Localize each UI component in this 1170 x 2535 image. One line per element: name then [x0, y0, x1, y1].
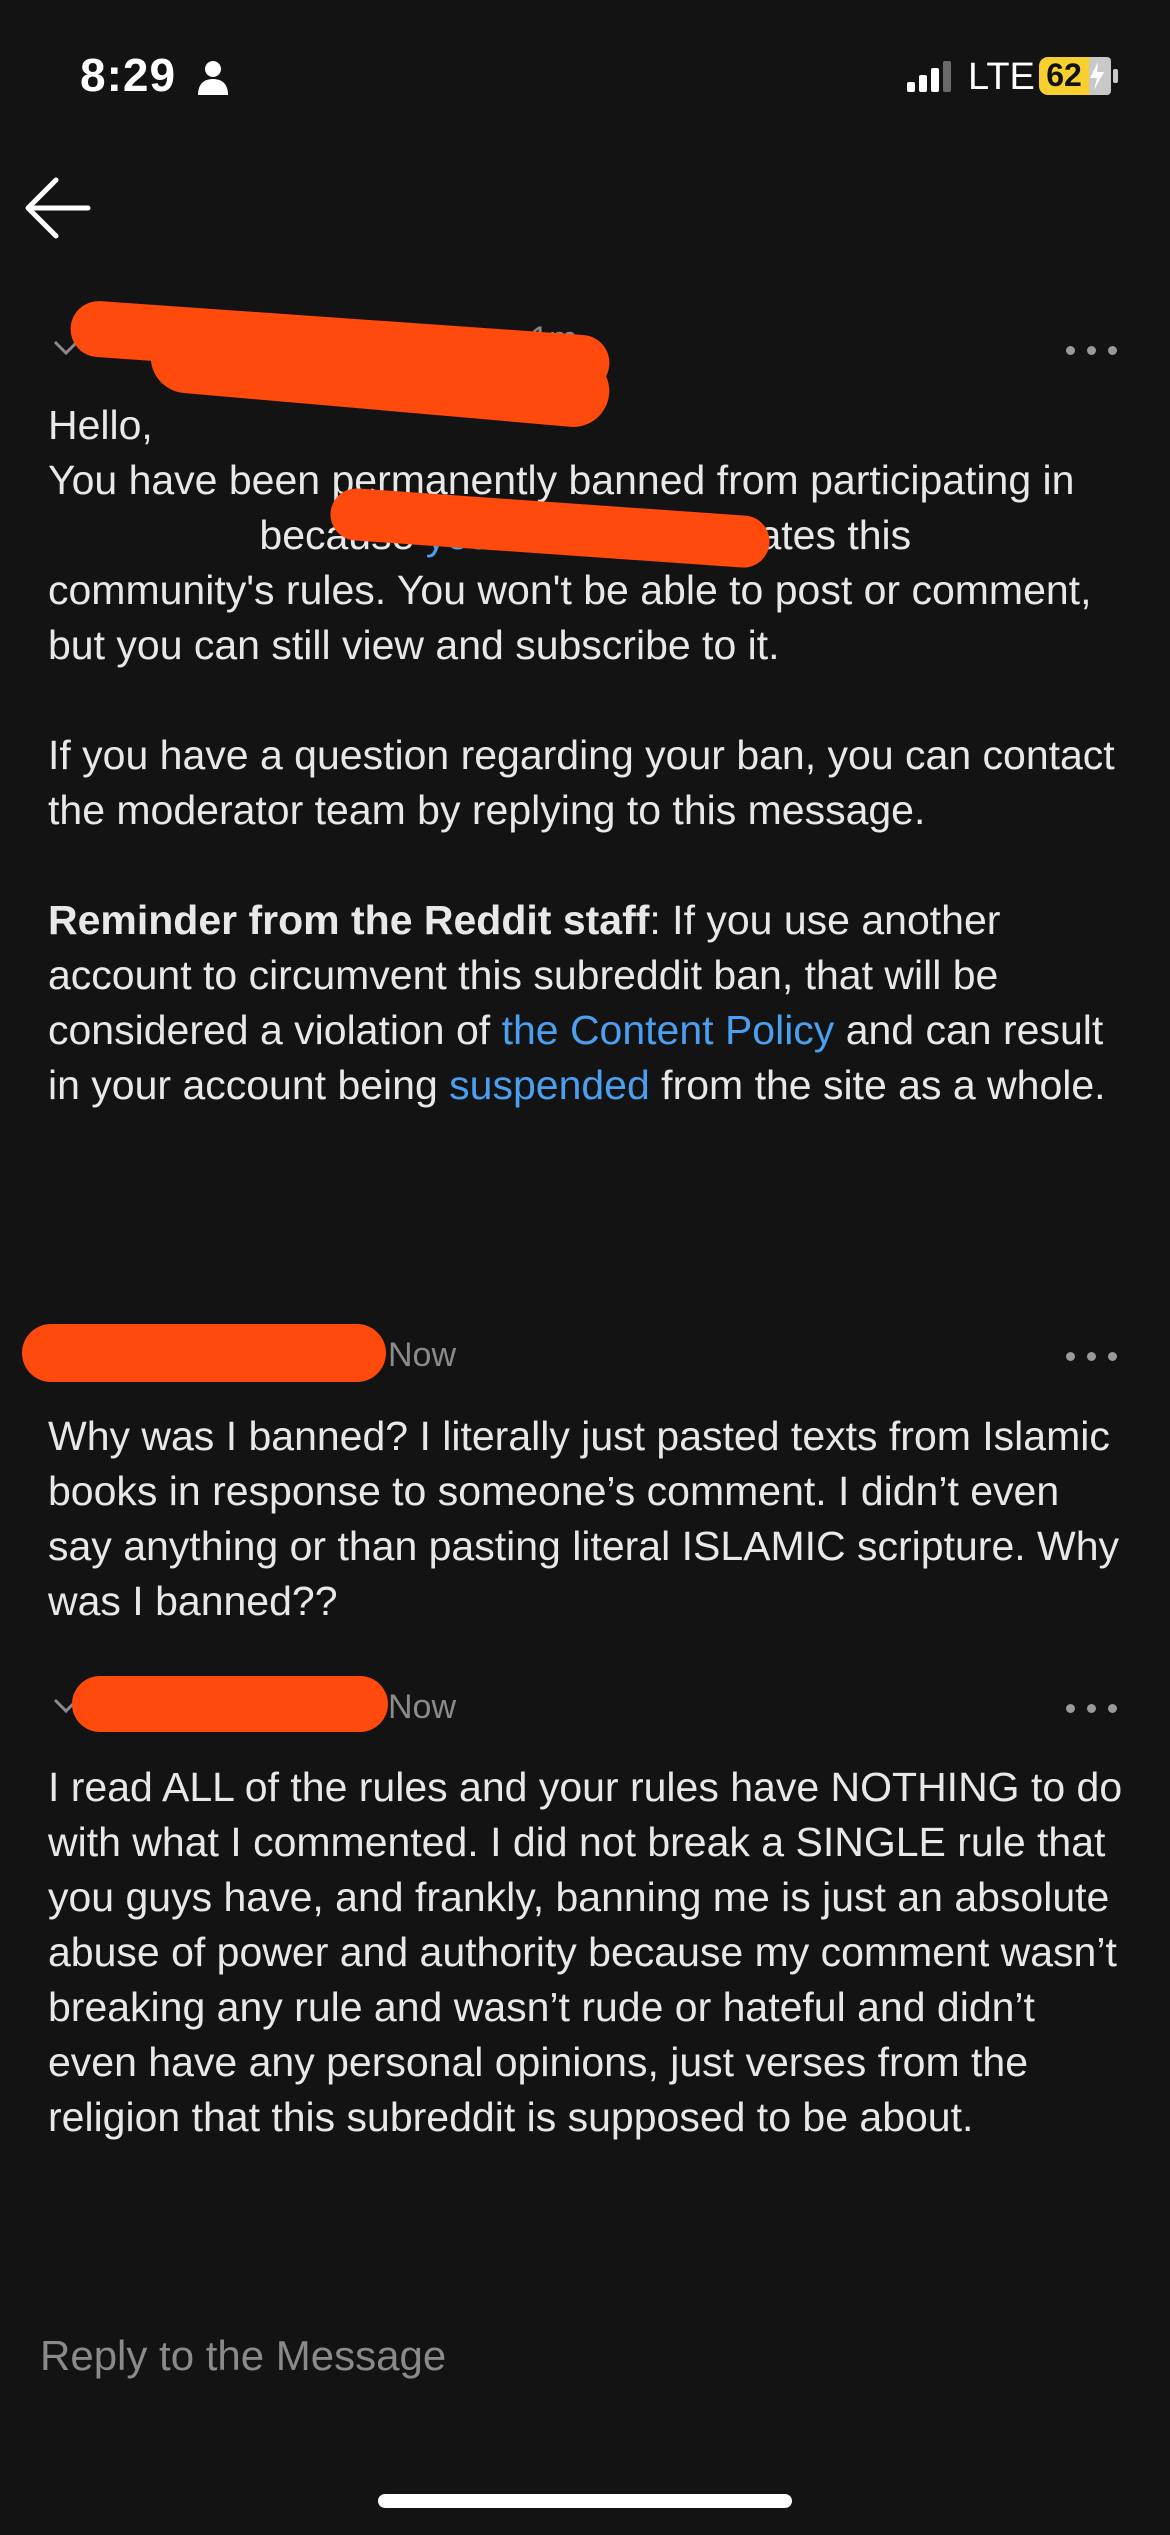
- suspended-link[interactable]: suspended: [449, 1062, 650, 1108]
- message-body: I read ALL of the rules and your rules h…: [48, 1764, 1123, 2140]
- person-icon: [198, 61, 228, 95]
- content-policy-link[interactable]: the Content Policy: [502, 1007, 835, 1053]
- greeting-text: Hello,: [48, 402, 153, 448]
- more-options-icon[interactable]: [1064, 1346, 1120, 1366]
- back-arrow-icon[interactable]: [18, 168, 98, 248]
- battery-level: 62: [1046, 57, 1082, 93]
- ban-paragraph: You have been permanently banned from pa…: [48, 457, 1092, 668]
- reply-input[interactable]: Reply to the Message: [40, 2332, 1130, 2402]
- more-options-icon[interactable]: [1064, 340, 1120, 360]
- message-header: Now: [0, 1322, 1170, 1382]
- message-header: Now: [0, 1674, 1170, 1734]
- message-timestamp: Now: [388, 1688, 457, 1726]
- reminder-paragraph: Reminder from the Reddit staff: If you u…: [48, 897, 1106, 1108]
- status-time: 8:29: [80, 49, 177, 101]
- home-indicator[interactable]: [378, 2494, 792, 2508]
- message-timestamp: Now: [388, 1336, 457, 1374]
- signal-icon: [907, 61, 951, 92]
- status-bar: 8:29 LTE 62: [0, 0, 1170, 150]
- message-header: 1m: [0, 299, 1170, 430]
- question-paragraph: If you have a question regarding your ba…: [48, 732, 1115, 833]
- message-body: Why was I banned? I literally just paste…: [48, 1413, 1120, 1624]
- more-options-icon[interactable]: [1064, 1698, 1120, 1718]
- author-redaction: [72, 1676, 388, 1732]
- network-type: LTE: [968, 56, 1035, 98]
- author-redaction: [22, 1324, 386, 1382]
